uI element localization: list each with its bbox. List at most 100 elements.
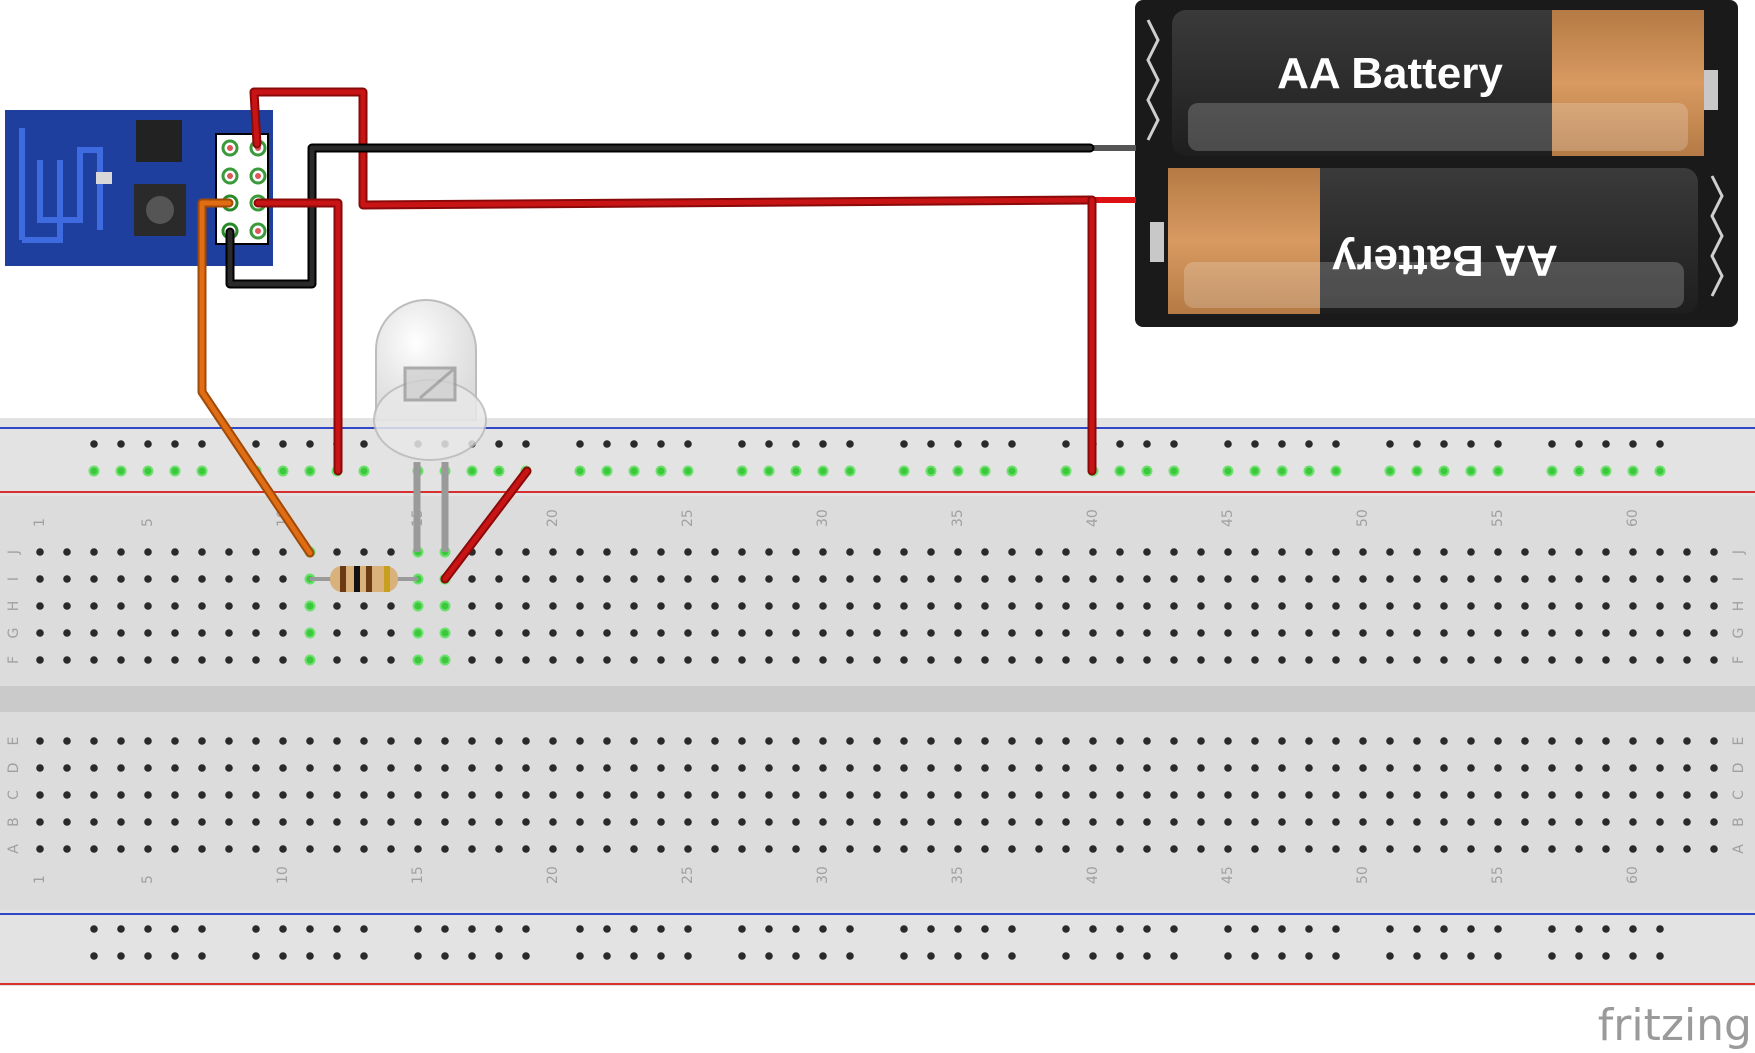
breadboard-hole[interactable] <box>1710 575 1718 583</box>
breadboard-hole[interactable] <box>846 791 854 799</box>
breadboard-hole[interactable] <box>144 791 152 799</box>
breadboard-hole[interactable] <box>1656 602 1664 610</box>
breadboard-hole[interactable] <box>1089 845 1097 853</box>
breadboard-hole[interactable] <box>900 737 908 745</box>
rail-hole[interactable] <box>522 952 530 960</box>
breadboard-hole[interactable] <box>1197 845 1205 853</box>
breadboard-hole[interactable] <box>495 845 503 853</box>
breadboard-hole[interactable] <box>1143 602 1151 610</box>
breadboard-hole[interactable] <box>171 791 179 799</box>
rail-hole[interactable] <box>1440 925 1448 933</box>
breadboard-hole[interactable] <box>711 737 719 745</box>
breadboard-hole[interactable] <box>1548 602 1556 610</box>
breadboard-hole[interactable] <box>117 629 125 637</box>
breadboard-hole[interactable] <box>1305 602 1313 610</box>
breadboard-hole[interactable] <box>279 845 287 853</box>
breadboard-hole[interactable] <box>927 629 935 637</box>
breadboard-hole[interactable] <box>819 764 827 772</box>
breadboard-hole[interactable] <box>1575 629 1583 637</box>
rail-hole[interactable] <box>738 925 746 933</box>
breadboard-hole[interactable] <box>1683 575 1691 583</box>
rail-hole-active[interactable] <box>1222 465 1234 477</box>
breadboard-hole[interactable] <box>1386 575 1394 583</box>
breadboard-hole[interactable] <box>441 845 449 853</box>
breadboard-hole[interactable] <box>1305 629 1313 637</box>
rail-hole[interactable] <box>1413 925 1421 933</box>
breadboard-hole[interactable] <box>900 791 908 799</box>
breadboard-hole[interactable] <box>603 737 611 745</box>
breadboard-hole[interactable] <box>1710 602 1718 610</box>
breadboard-hole[interactable] <box>1008 737 1016 745</box>
rail-hole-active[interactable] <box>1411 465 1423 477</box>
breadboard-hole[interactable] <box>576 656 584 664</box>
breadboard-hole[interactable] <box>846 818 854 826</box>
breadboard-hole[interactable] <box>1305 737 1313 745</box>
breadboard-hole[interactable] <box>252 791 260 799</box>
breadboard-hole[interactable] <box>1548 575 1556 583</box>
breadboard-hole[interactable] <box>36 629 44 637</box>
breadboard-hole[interactable] <box>117 818 125 826</box>
breadboard-hole[interactable] <box>1656 845 1664 853</box>
breadboard-hole[interactable] <box>522 656 530 664</box>
rail-hole[interactable] <box>657 440 665 448</box>
breadboard-hole[interactable] <box>1116 602 1124 610</box>
breadboard-hole[interactable] <box>1224 764 1232 772</box>
breadboard-hole[interactable] <box>1116 845 1124 853</box>
breadboard-hole[interactable] <box>171 629 179 637</box>
breadboard-hole[interactable] <box>630 791 638 799</box>
rail-hole[interactable] <box>1467 440 1475 448</box>
breadboard-hole[interactable] <box>1224 602 1232 610</box>
breadboard-hole[interactable] <box>873 845 881 853</box>
rail-hole-active[interactable] <box>1384 465 1396 477</box>
breadboard-hole[interactable] <box>765 602 773 610</box>
breadboard-hole[interactable] <box>468 791 476 799</box>
breadboard-hole[interactable] <box>1359 845 1367 853</box>
breadboard-hole[interactable] <box>1224 737 1232 745</box>
breadboard-hole[interactable] <box>1440 791 1448 799</box>
breadboard-hole[interactable] <box>522 737 530 745</box>
breadboard-hole[interactable] <box>117 764 125 772</box>
breadboard-hole[interactable] <box>468 575 476 583</box>
breadboard-hole[interactable] <box>1116 791 1124 799</box>
breadboard-hole[interactable] <box>360 845 368 853</box>
breadboard-hole[interactable] <box>1170 791 1178 799</box>
breadboard-hole[interactable] <box>1359 575 1367 583</box>
breadboard-hole[interactable] <box>1062 791 1070 799</box>
breadboard-hole[interactable] <box>846 656 854 664</box>
breadboard-hole[interactable] <box>387 656 395 664</box>
rail-hole-active[interactable] <box>142 465 154 477</box>
breadboard-hole[interactable] <box>1683 764 1691 772</box>
breadboard-hole[interactable] <box>468 629 476 637</box>
breadboard-hole[interactable] <box>225 602 233 610</box>
breadboard-hole[interactable] <box>1332 629 1340 637</box>
breadboard-hole[interactable] <box>1494 575 1502 583</box>
breadboard-hole[interactable] <box>1656 737 1664 745</box>
breadboard-hole[interactable] <box>1305 818 1313 826</box>
breadboard-hole[interactable] <box>1548 629 1556 637</box>
breadboard-hole[interactable] <box>1224 845 1232 853</box>
breadboard-hole[interactable] <box>1359 656 1367 664</box>
breadboard-hole[interactable] <box>603 818 611 826</box>
breadboard-hole[interactable] <box>468 764 476 772</box>
breadboard-hole[interactable] <box>1710 845 1718 853</box>
rail-hole-active[interactable] <box>466 465 478 477</box>
breadboard-hole[interactable] <box>360 737 368 745</box>
breadboard-hole[interactable] <box>252 602 260 610</box>
breadboard-hole[interactable] <box>765 656 773 664</box>
breadboard-hole[interactable] <box>1656 575 1664 583</box>
breadboard-hole[interactable] <box>252 845 260 853</box>
breadboard-hole[interactable] <box>36 575 44 583</box>
breadboard-hole[interactable] <box>90 548 98 556</box>
breadboard-hole[interactable] <box>927 791 935 799</box>
rail-hole[interactable] <box>657 952 665 960</box>
breadboard-hole[interactable] <box>1656 656 1664 664</box>
breadboard-hole[interactable] <box>1251 845 1259 853</box>
breadboard-hole[interactable] <box>279 737 287 745</box>
rail-hole[interactable] <box>1278 952 1286 960</box>
breadboard-hole[interactable] <box>981 548 989 556</box>
breadboard-hole[interactable] <box>576 764 584 772</box>
rail-hole[interactable] <box>927 952 935 960</box>
breadboard-hole[interactable] <box>1170 656 1178 664</box>
breadboard-hole[interactable] <box>1251 629 1259 637</box>
breadboard-hole[interactable] <box>765 548 773 556</box>
